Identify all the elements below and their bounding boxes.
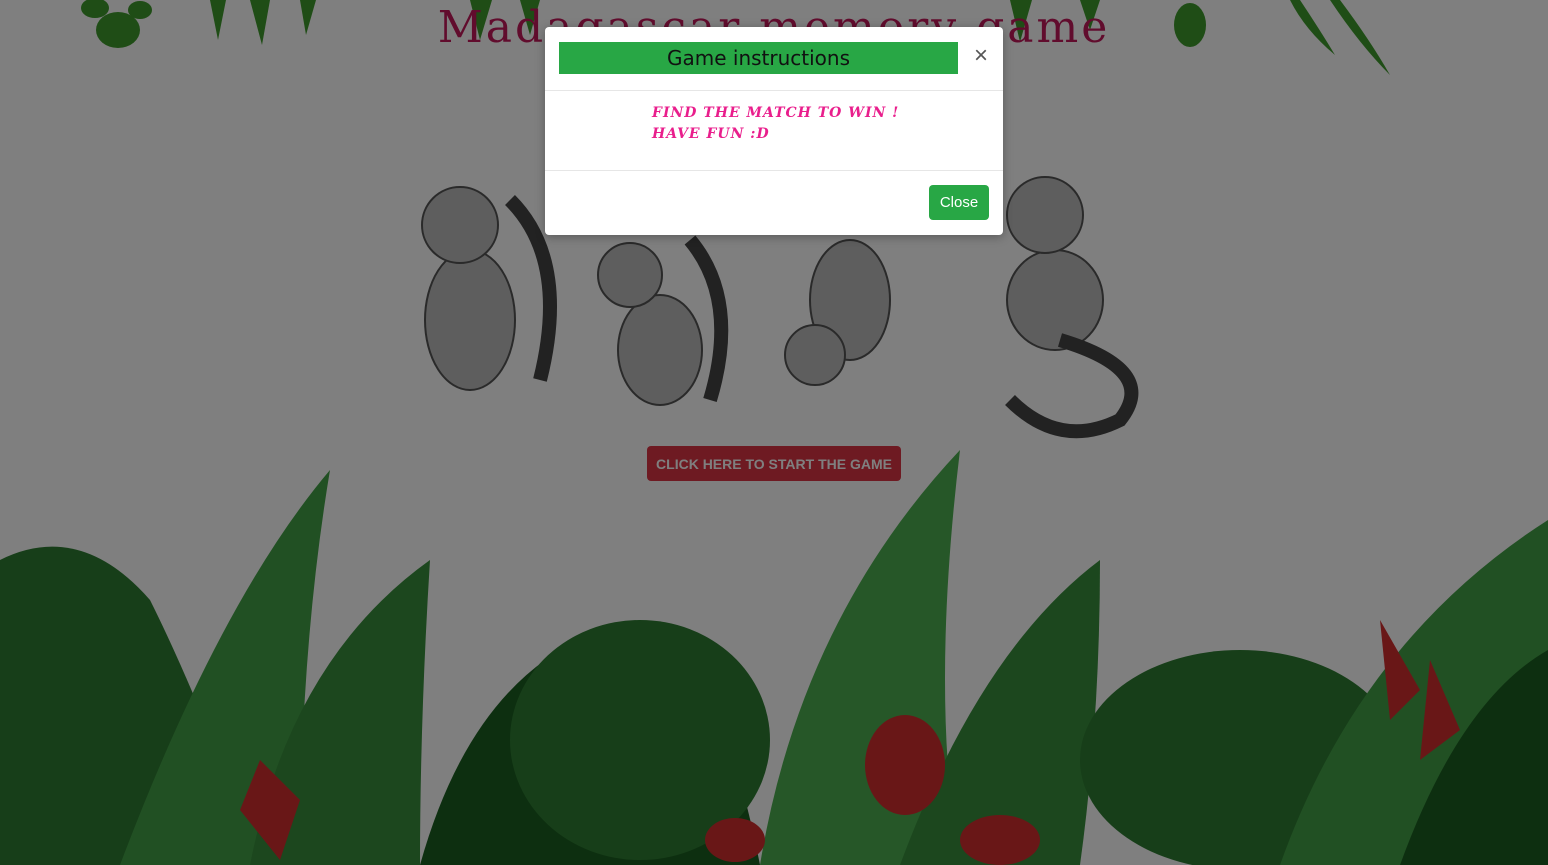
instructions-modal: Game instructions × FIND THE MATCH TO WI…	[545, 27, 1003, 235]
modal-title: Game instructions	[559, 42, 958, 74]
instruction-line-2: HAVE FUN :D	[652, 126, 770, 142]
close-icon[interactable]: ×	[969, 41, 993, 71]
close-button[interactable]: Close	[929, 185, 989, 220]
modal-body: FIND THE MATCH TO WIN ! HAVE FUN :D	[545, 90, 1003, 171]
instruction-line-1: FIND THE MATCH TO WIN !	[652, 105, 900, 121]
modal-header: Game instructions ×	[545, 27, 1003, 91]
